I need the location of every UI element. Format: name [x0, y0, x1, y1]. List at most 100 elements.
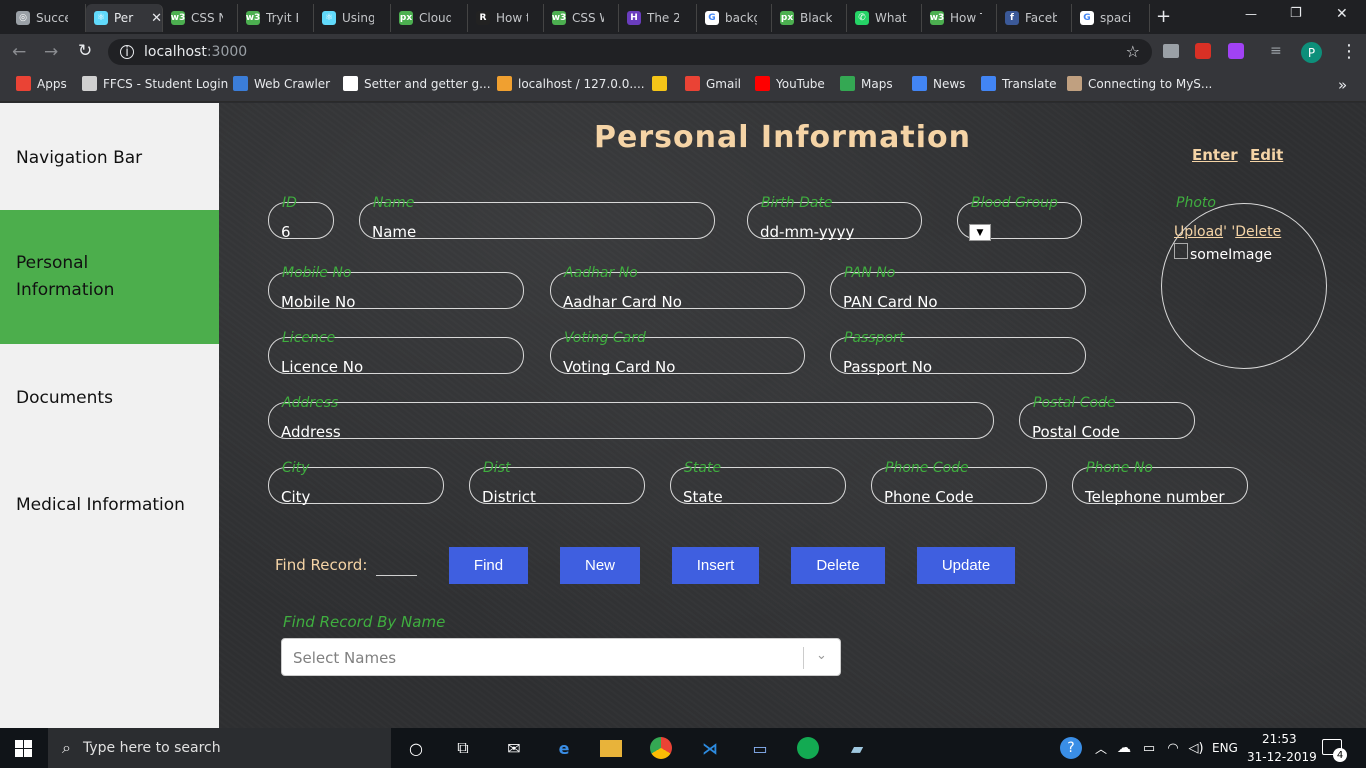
- id-value[interactable]: 6: [281, 223, 291, 241]
- wifi-icon[interactable]: ◠: [1162, 737, 1184, 759]
- new-button[interactable]: New: [560, 547, 640, 584]
- clock-date[interactable]: 31-12-2019: [1247, 750, 1317, 764]
- browser-tab[interactable]: Gspacin: [1072, 4, 1150, 32]
- bookmark-item[interactable]: Maps: [840, 76, 893, 91]
- close-tab-icon[interactable]: ✕: [151, 11, 162, 26]
- volume-icon[interactable]: ◁): [1185, 737, 1207, 759]
- pan-value[interactable]: PAN Card No: [843, 293, 938, 311]
- star-icon[interactable]: ☆: [1126, 42, 1140, 61]
- insert-button[interactable]: Insert: [672, 547, 759, 584]
- browser-tab[interactable]: w3 CSS N: [163, 4, 238, 32]
- windows-start-icon[interactable]: [15, 740, 32, 757]
- new-tab-button[interactable]: +: [1156, 6, 1171, 27]
- forward-icon[interactable]: →: [44, 42, 58, 62]
- notes-icon[interactable]: ▰: [846, 737, 868, 759]
- cortana-icon[interactable]: ○: [405, 737, 427, 759]
- name-value[interactable]: Name: [372, 223, 416, 241]
- media-icon[interactable]: ≡: [1270, 43, 1282, 59]
- upload-link[interactable]: Upload: [1174, 224, 1223, 240]
- browser-tab[interactable]: H The 20: [619, 4, 697, 32]
- taskbar-search[interactable]: ⌕ Type here to search: [48, 728, 391, 768]
- bookmark-item[interactable]: Connecting to MyS...: [1067, 76, 1212, 91]
- cloud-icon[interactable]: ☁: [1113, 737, 1135, 759]
- extension-icon[interactable]: [1228, 43, 1244, 59]
- bookmark-item[interactable]: Gmail: [685, 76, 741, 91]
- mail-icon[interactable]: ✉: [503, 737, 525, 759]
- bookmark-item[interactable]: Translate: [981, 76, 1057, 91]
- bookmark-item[interactable]: localhost / 127.0.0....: [497, 76, 645, 91]
- aadhar-value[interactable]: Aadhar Card No: [563, 293, 682, 311]
- phone-code-value[interactable]: Phone Code: [884, 488, 974, 506]
- phone-no-value[interactable]: Telephone number: [1085, 488, 1225, 506]
- browser-tab[interactable]: w3 How T: [922, 4, 997, 32]
- browser-tab[interactable]: px Black E: [772, 4, 847, 32]
- bookmark-item[interactable]: YouTube: [755, 76, 825, 91]
- browser-tab[interactable]: ⚛ Per ✕: [86, 4, 163, 32]
- browser-tab[interactable]: R How to: [468, 4, 544, 32]
- bookmark-item[interactable]: Setter and getter g...: [343, 76, 491, 91]
- city-value[interactable]: City: [281, 488, 310, 506]
- bookmarks-overflow-button[interactable]: »: [1338, 76, 1347, 94]
- address-field[interactable]: [268, 402, 994, 439]
- bookmark-item[interactable]: Apps: [16, 76, 67, 91]
- find-record-input[interactable]: [376, 575, 417, 576]
- file-explorer-icon[interactable]: [600, 740, 622, 757]
- app-icon[interactable]: ▭: [749, 737, 771, 759]
- dist-value[interactable]: District: [482, 488, 536, 506]
- delete-button[interactable]: Delete: [791, 547, 885, 584]
- bookmark-item[interactable]: News: [912, 76, 965, 91]
- browser-tab[interactable]: ✆ Whats: [847, 4, 922, 32]
- browser-tab[interactable]: w3 Tryit E: [238, 4, 314, 32]
- chevron-down-icon[interactable]: ⌄: [816, 648, 827, 663]
- passport-value[interactable]: Passport No: [843, 358, 932, 376]
- chevron-up-icon[interactable]: ︿: [1090, 737, 1112, 759]
- mongodb-icon[interactable]: [797, 737, 819, 759]
- select-names-dropdown[interactable]: Select Names ⌄: [281, 638, 841, 676]
- browser-tab[interactable]: ⚛ Using: [314, 4, 391, 32]
- sidebar-item-documents[interactable]: Documents: [0, 385, 219, 412]
- clock-time[interactable]: 21:53: [1262, 732, 1297, 746]
- licence-value[interactable]: Licence No: [281, 358, 363, 376]
- bookmark-item[interactable]: FFCS - Student Login: [82, 76, 228, 91]
- language-indicator[interactable]: ENG: [1212, 741, 1238, 755]
- battery-icon[interactable]: ▭: [1138, 737, 1160, 759]
- help-icon[interactable]: ?: [1060, 737, 1082, 759]
- task-view-icon[interactable]: ⧉: [452, 737, 474, 759]
- browser-tab[interactable]: Gbackgr: [697, 4, 772, 32]
- browser-tab[interactable]: f Facebo: [997, 4, 1072, 32]
- find-button[interactable]: Find: [449, 547, 528, 584]
- back-icon[interactable]: ←: [12, 42, 26, 62]
- update-button[interactable]: Update: [917, 547, 1015, 584]
- edge-icon[interactable]: e: [553, 737, 575, 759]
- extension-icon[interactable]: [1195, 43, 1211, 59]
- state-value[interactable]: State: [683, 488, 723, 506]
- menu-icon[interactable]: ⋮: [1340, 41, 1358, 62]
- id-field[interactable]: [268, 202, 334, 239]
- browser-tab[interactable]: px Clouds: [391, 4, 468, 32]
- minimize-button[interactable]: —: [1245, 7, 1257, 21]
- bookmark-item[interactable]: [652, 76, 673, 91]
- address-bar[interactable]: i localhost:3000 ☆: [108, 39, 1152, 65]
- address-value[interactable]: Address: [281, 423, 341, 441]
- bookmark-item[interactable]: Web Crawler: [233, 76, 330, 91]
- browser-tab[interactable]: w3 CSS W: [544, 4, 619, 32]
- extension-icon[interactable]: [1163, 44, 1179, 58]
- vscode-icon[interactable]: ⋊: [699, 737, 721, 759]
- close-window-button[interactable]: ✕: [1336, 6, 1348, 22]
- profile-avatar[interactable]: P: [1301, 42, 1322, 63]
- delete-photo-link[interactable]: Delete: [1235, 224, 1281, 240]
- reload-icon[interactable]: ↻: [78, 41, 92, 61]
- restore-button[interactable]: ❐: [1290, 6, 1302, 21]
- enter-link[interactable]: Enter: [1192, 146, 1238, 164]
- postal-value[interactable]: Postal Code: [1032, 423, 1120, 441]
- voting-value[interactable]: Voting Card No: [563, 358, 675, 376]
- chrome-icon[interactable]: [650, 737, 672, 759]
- browser-tab[interactable]: ◎ Succes: [8, 4, 86, 32]
- mobile-value[interactable]: Mobile No: [281, 293, 355, 311]
- edit-link[interactable]: Edit: [1250, 146, 1283, 164]
- sidebar-item-medical-information[interactable]: Medical Information: [0, 492, 219, 519]
- sidebar-item-navigation-bar[interactable]: Navigation Bar: [0, 145, 219, 172]
- sidebar-item-personal-information[interactable]: Personal Information: [0, 210, 219, 344]
- birth-date-value[interactable]: dd-mm-yyyy: [760, 223, 854, 241]
- blood-group-select[interactable]: ▼: [969, 224, 991, 241]
